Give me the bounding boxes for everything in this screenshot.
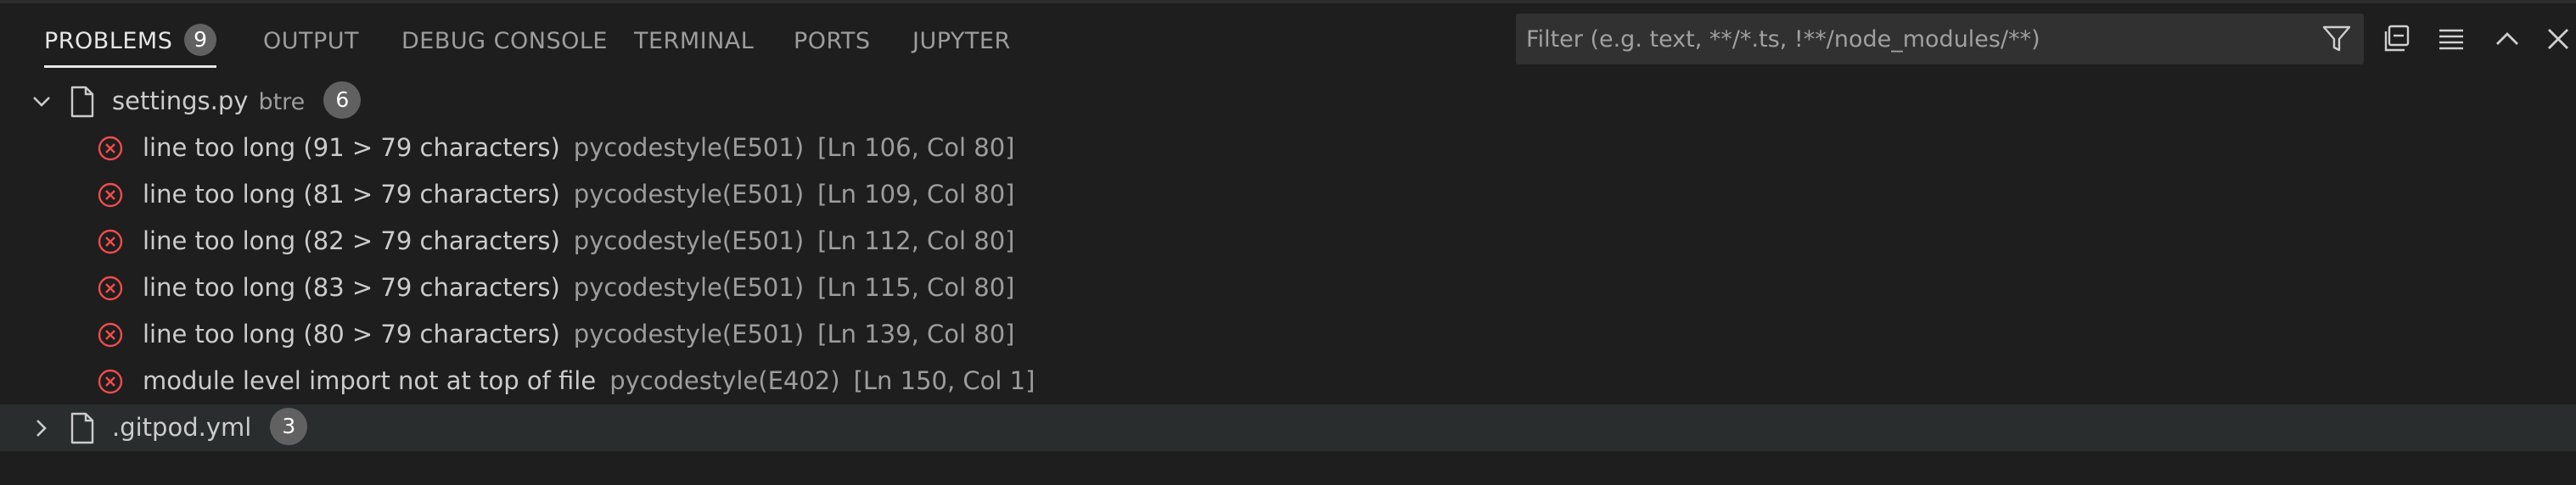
tab-jupyter-label: JUPYTER xyxy=(912,28,1011,54)
active-tab-indicator xyxy=(44,65,217,68)
error-icon xyxy=(98,369,123,394)
tab-problems-label: PROBLEMS xyxy=(44,28,173,54)
problem-text: line too long (81 > 79 characters) pycode… xyxy=(143,171,1015,218)
file-name: settings.py xyxy=(112,86,249,115)
problem-source: pycodestyle(E402) xyxy=(609,366,840,395)
problem-text: line too long (83 > 79 characters) pycode… xyxy=(143,265,1015,311)
tab-terminal-label: TERMINAL xyxy=(634,28,755,54)
problem-source: pycodestyle(E501) xyxy=(573,273,805,302)
problem-source: pycodestyle(E501) xyxy=(573,133,805,162)
file-row-settings[interactable]: settings.py btre 6 xyxy=(0,78,2576,125)
maximize-panel-icon[interactable] xyxy=(2490,22,2524,56)
problems-filter-input[interactable] xyxy=(1516,14,2288,64)
problems-count-badge: 9 xyxy=(184,23,217,56)
problem-position: [Ln 115, Col 80] xyxy=(817,273,1015,302)
problem-row[interactable]: line too long (82 > 79 characters) pycode… xyxy=(0,218,2576,265)
tab-jupyter[interactable]: JUPYTER xyxy=(912,0,1011,76)
file-problem-count-badge: 3 xyxy=(270,408,308,445)
problem-text: module level import not at top of file py… xyxy=(143,358,1035,404)
file-name: .gitpod.yml xyxy=(112,413,252,442)
collapse-all-icon[interactable] xyxy=(2379,22,2413,56)
file-icon xyxy=(70,86,94,118)
tab-output-label: OUTPUT xyxy=(263,28,360,54)
file-directory: btre xyxy=(258,89,306,115)
filter-icon[interactable] xyxy=(2321,24,2352,54)
problem-source: pycodestyle(E501) xyxy=(573,180,805,209)
file-name-group: .gitpod.yml 3 xyxy=(112,404,308,451)
problem-message: module level import not at top of file xyxy=(143,366,597,395)
problem-text: line too long (91 > 79 characters) pycode… xyxy=(143,125,1015,171)
problem-row[interactable]: line too long (81 > 79 characters) pycode… xyxy=(0,171,2576,218)
problem-text: line too long (80 > 79 characters) pycode… xyxy=(143,311,1015,358)
tab-debug-console-label: DEBUG CONSOLE xyxy=(401,28,608,54)
error-icon xyxy=(98,136,123,161)
file-row-gitpod[interactable]: .gitpod.yml 3 xyxy=(0,404,2576,451)
problem-position: [Ln 139, Col 80] xyxy=(817,320,1015,348)
tab-ports[interactable]: PORTS xyxy=(794,0,870,76)
problem-row[interactable]: module level import not at top of file py… xyxy=(0,358,2576,404)
problem-message: line too long (91 > 79 characters) xyxy=(143,133,560,162)
file-problem-count-badge: 6 xyxy=(323,81,362,119)
tab-problems[interactable]: PROBLEMS 9 xyxy=(44,0,217,76)
close-panel-icon[interactable] xyxy=(2541,22,2575,56)
problems-filter-box xyxy=(1516,14,2364,64)
tab-debug-console[interactable]: DEBUG CONSOLE xyxy=(401,0,608,76)
problem-row[interactable]: line too long (80 > 79 characters) pycode… xyxy=(0,311,2576,358)
chevron-down-icon[interactable] xyxy=(30,90,53,114)
tab-output[interactable]: OUTPUT xyxy=(263,0,359,76)
error-icon xyxy=(98,322,123,348)
problem-message: line too long (82 > 79 characters) xyxy=(143,226,560,255)
problem-position: [Ln 109, Col 80] xyxy=(817,180,1015,209)
problem-message: line too long (81 > 79 characters) xyxy=(143,180,560,209)
problem-message: line too long (83 > 79 characters) xyxy=(143,273,560,302)
problem-row[interactable]: line too long (83 > 79 characters) pycode… xyxy=(0,265,2576,311)
problem-position: [Ln 106, Col 80] xyxy=(817,133,1015,162)
problem-source: pycodestyle(E501) xyxy=(573,320,805,348)
problem-row[interactable]: line too long (91 > 79 characters) pycode… xyxy=(0,125,2576,171)
tab-ports-label: PORTS xyxy=(794,28,871,54)
file-name-group: settings.py btre 6 xyxy=(112,78,362,125)
error-icon xyxy=(98,276,123,301)
problem-position: [Ln 150, Col 1] xyxy=(853,366,1035,395)
error-icon xyxy=(98,182,123,208)
file-icon xyxy=(70,412,94,444)
chevron-right-icon[interactable] xyxy=(30,416,53,440)
panel-tab-bar: PROBLEMS 9 OUTPUT DEBUG CONSOLE TERMINAL … xyxy=(0,0,2576,76)
problem-source: pycodestyle(E501) xyxy=(573,226,805,255)
view-as-tree-icon[interactable] xyxy=(2434,22,2468,56)
problem-position: [Ln 112, Col 80] xyxy=(817,226,1015,255)
tab-terminal[interactable]: TERMINAL xyxy=(634,0,754,76)
error-icon xyxy=(98,229,123,254)
problem-text: line too long (82 > 79 characters) pycode… xyxy=(143,218,1015,265)
problem-message: line too long (80 > 79 characters) xyxy=(143,320,560,348)
